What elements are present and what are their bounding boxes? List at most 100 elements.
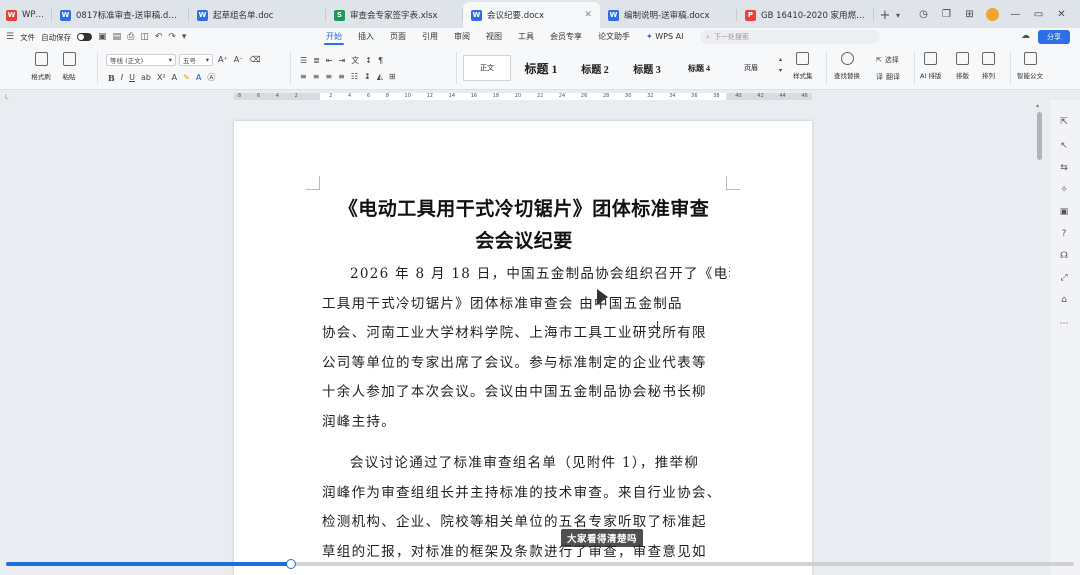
italic-icon[interactable]: I bbox=[121, 73, 123, 82]
tab-document-active[interactable]: W 会议纪要.docx ✕ bbox=[463, 2, 600, 28]
grow-font-icon[interactable]: A⁺ bbox=[218, 55, 228, 64]
shading-icon[interactable]: ◭ bbox=[377, 72, 383, 81]
style-set-button[interactable]: 样式集 bbox=[793, 52, 813, 80]
menu-reference[interactable]: 引用 bbox=[414, 28, 446, 46]
underline-icon[interactable]: U bbox=[129, 73, 135, 82]
select-tool-icon[interactable]: ⇱ bbox=[1058, 116, 1070, 128]
style-heading-3[interactable]: 标题 3 bbox=[622, 55, 672, 81]
menu-home[interactable]: 开始 bbox=[318, 28, 350, 46]
tab-document[interactable]: W 0817标准审查-送审稿.docx bbox=[52, 2, 189, 28]
translate-button[interactable]: 译翻译 bbox=[876, 72, 900, 82]
chinese-layout-icon[interactable]: 文 bbox=[351, 55, 359, 66]
adjust-icon[interactable]: ⇆ bbox=[1058, 162, 1070, 174]
cloud-icon[interactable]: ☁ bbox=[1021, 31, 1030, 41]
style-heading-4[interactable]: 标题 4 bbox=[676, 55, 722, 81]
share-button[interactable]: 分享 bbox=[1038, 30, 1070, 44]
text-effect-icon[interactable]: A bbox=[172, 73, 177, 82]
numbered-list-icon[interactable]: ≣ bbox=[313, 56, 320, 65]
tab-spreadsheet[interactable]: S 审查会专家签字表.xlsx bbox=[326, 2, 463, 28]
strikethrough-icon[interactable]: ab bbox=[141, 73, 151, 82]
scroll-up-icon[interactable]: ▴ bbox=[1036, 102, 1039, 109]
show-marks-icon[interactable]: ¶ bbox=[378, 56, 383, 65]
align-right-icon[interactable]: ≡ bbox=[325, 72, 332, 81]
tab-document[interactable]: W 起草组名单.doc bbox=[189, 2, 326, 28]
hamburger-icon[interactable]: ☰ bbox=[6, 32, 14, 42]
menu-page[interactable]: 页面 bbox=[382, 28, 414, 46]
print-preview-icon[interactable]: ◫ bbox=[140, 32, 149, 42]
document-page[interactable]: 《电动工具用干式冷切锯片》团体标准审查 会会议纪要 2026 年 8 月 18 … bbox=[234, 121, 812, 575]
bold-icon[interactable]: B bbox=[108, 73, 115, 83]
borders-icon[interactable]: ⊞ bbox=[389, 72, 396, 81]
menu-view[interactable]: 视图 bbox=[478, 28, 510, 46]
file-menu[interactable]: 文件 bbox=[20, 32, 35, 43]
align-center-icon[interactable]: ≡ bbox=[313, 72, 320, 81]
horizontal-ruler[interactable]: 8 6 4 2 2 4 6 8 10 12 14 16 18 20 22 24 26 28 30 32 34 36 38 40… bbox=[234, 93, 812, 100]
menu-member[interactable]: 会员专享 bbox=[542, 28, 590, 46]
close-icon[interactable]: ✕ bbox=[584, 10, 592, 20]
style-header[interactable]: 页眉 bbox=[728, 55, 774, 81]
image-icon[interactable]: ▣ bbox=[1058, 206, 1070, 218]
outdent-icon[interactable]: ⇤ bbox=[326, 56, 333, 65]
line-spacing-icon[interactable]: ↨ bbox=[364, 72, 371, 81]
style-normal[interactable]: 正文 bbox=[463, 55, 511, 81]
autosave-toggle[interactable] bbox=[77, 33, 93, 41]
align-left-icon[interactable]: ≡ bbox=[300, 72, 307, 81]
video-progress-bar[interactable] bbox=[6, 559, 1074, 569]
font-color-icon[interactable]: A bbox=[196, 73, 201, 82]
tab-wps-home[interactable]: W WPS Offi bbox=[0, 2, 52, 28]
new-tab-icon[interactable]: + bbox=[874, 2, 896, 28]
char-border-icon[interactable]: Ⓐ bbox=[207, 72, 215, 83]
undo-icon[interactable]: ↶ bbox=[155, 32, 163, 42]
tab-stop-icon[interactable]: L bbox=[5, 94, 8, 101]
sparkle-icon[interactable]: ✧ bbox=[1058, 184, 1070, 196]
highlight-icon[interactable]: ✎ bbox=[183, 73, 190, 82]
tab-pdf[interactable]: P GB 16410-2020 家用燃气灶具.pdf bbox=[737, 2, 874, 28]
copy-window-icon[interactable]: ❐ bbox=[940, 8, 953, 21]
sort-icon[interactable]: ↕ bbox=[365, 56, 372, 65]
menu-insert[interactable]: 插入 bbox=[350, 28, 382, 46]
restore-icon[interactable]: ▭ bbox=[1032, 8, 1045, 21]
menu-wps-ai[interactable]: ✦ WPS AI bbox=[638, 28, 691, 46]
superscript-icon[interactable]: X² bbox=[157, 73, 166, 82]
search-input[interactable]: ⌕ 下一处搜索 bbox=[700, 30, 880, 44]
justify-icon[interactable]: ≡ bbox=[338, 72, 345, 81]
font-name-select[interactable]: 等线 (正文) ▾ bbox=[106, 54, 176, 66]
font-size-select[interactable]: 五号 ▾ bbox=[179, 54, 213, 66]
save-icon[interactable]: ▣ bbox=[98, 32, 107, 42]
menu-paper-assistant[interactable]: 论文助手 bbox=[590, 28, 638, 46]
layout-button[interactable]: 排版 bbox=[956, 52, 969, 80]
avatar[interactable] bbox=[986, 7, 999, 21]
export-pdf-icon[interactable]: ▤ bbox=[113, 32, 122, 42]
style-heading-2[interactable]: 标题 2 bbox=[570, 55, 620, 81]
clear-format-icon[interactable]: ⌫ bbox=[249, 55, 260, 64]
style-heading-1[interactable]: 标题 1 bbox=[516, 55, 566, 81]
bullet-list-icon[interactable]: ☰ bbox=[300, 56, 307, 65]
shrink-font-icon[interactable]: A⁻ bbox=[234, 55, 244, 64]
chevron-down-icon[interactable]: ▾ bbox=[896, 2, 910, 28]
find-replace-button[interactable]: 查找替换 bbox=[834, 52, 860, 80]
expand-icon[interactable]: ⤢ bbox=[1058, 272, 1070, 284]
distribute-icon[interactable]: ☷ bbox=[351, 72, 358, 81]
menu-review[interactable]: 审阅 bbox=[446, 28, 478, 46]
menu-tools[interactable]: 工具 bbox=[510, 28, 542, 46]
shirt-icon[interactable]: ⌂ bbox=[1058, 294, 1070, 306]
chevron-down-icon[interactable]: ▾ bbox=[182, 32, 187, 42]
headset-icon[interactable]: ☊ bbox=[1058, 250, 1070, 262]
vertical-scrollbar[interactable] bbox=[1037, 112, 1042, 160]
redo-icon[interactable]: ↷ bbox=[168, 32, 176, 42]
pointer-icon[interactable]: ↖ bbox=[1058, 140, 1070, 152]
print-icon[interactable]: ⎙ bbox=[127, 32, 134, 42]
style-gallery-scroll[interactable]: ▴ ▾ bbox=[779, 56, 782, 74]
minimize-icon[interactable]: — bbox=[1009, 8, 1022, 21]
format-painter-button[interactable]: 格式刷 bbox=[28, 52, 54, 81]
history-icon[interactable]: ◷ bbox=[917, 8, 930, 21]
close-window-icon[interactable]: ✕ bbox=[1055, 8, 1068, 21]
grid-icon[interactable]: ⊞ bbox=[963, 8, 976, 21]
smart-doc-button[interactable]: 智能公文 bbox=[1017, 52, 1043, 80]
indent-icon[interactable]: ⇥ bbox=[339, 56, 346, 65]
help-icon[interactable]: ? bbox=[1058, 228, 1070, 240]
ai-layout-button[interactable]: AI 排版 bbox=[920, 52, 941, 80]
play-icon[interactable] bbox=[597, 289, 608, 305]
tab-document[interactable]: W 编制说明-送审稿.docx bbox=[600, 2, 737, 28]
more-icon[interactable]: ⋯ bbox=[1058, 318, 1070, 330]
